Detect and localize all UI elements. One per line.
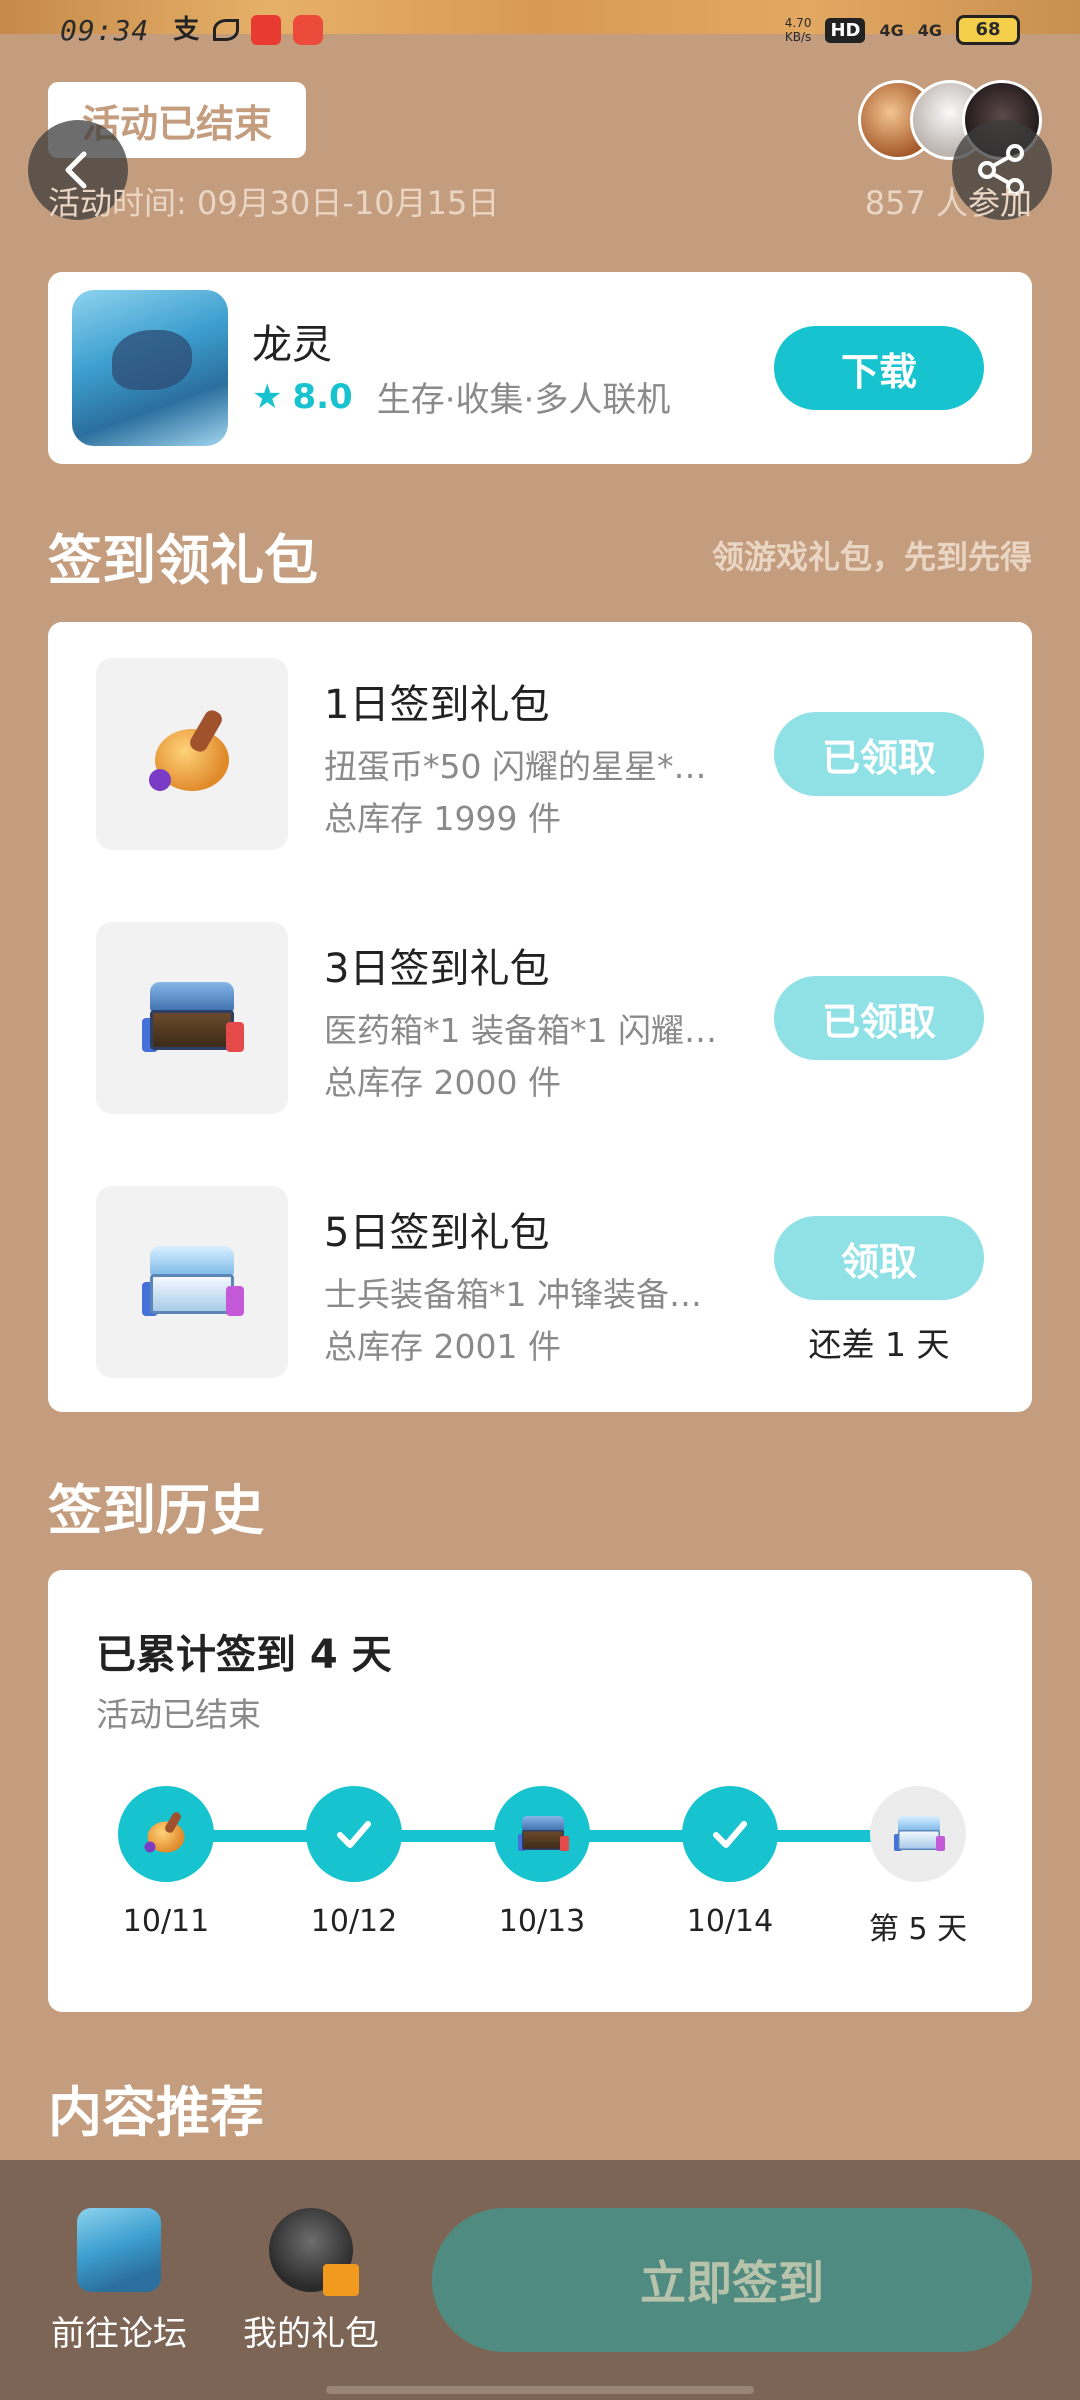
check-icon: [337, 1821, 371, 1848]
gift-item-1[interactable]: 1日签到礼包 扭蛋币*50 闪耀的星星*… 总库存 1999 件 已领取: [48, 622, 1032, 850]
game-rating: 8.0: [292, 376, 353, 417]
gift-item-3[interactable]: 3日签到礼包 医药箱*1 装备箱*1 闪耀… 总库存 2000 件 已领取: [48, 886, 1032, 1114]
history-section-title: 签到历史: [48, 1479, 264, 1542]
participant-count: 857 人参加: [864, 184, 1032, 222]
forum-button[interactable]: 前往论坛: [44, 2208, 194, 2355]
checkin-day-3-node: [494, 1786, 590, 1882]
checkin-day-4-node: [682, 1786, 778, 1882]
day-label: 10/13: [498, 1904, 586, 1939]
network-speed-unit: KB/s: [784, 30, 812, 44]
gift-list: 1日签到礼包 扭蛋币*50 闪耀的星星*… 总库存 1999 件 已领取 3日签…: [48, 622, 1032, 1412]
history-status: 活动已结束: [96, 1695, 261, 1734]
chest-gift-icon: [96, 922, 288, 1114]
gift-icon: [269, 2208, 359, 2296]
star-icon: ★: [252, 376, 283, 417]
game-tags: 生存·收集·多人联机: [376, 380, 671, 420]
chest-gift-icon: [518, 1814, 569, 1854]
leaf-icon: [213, 19, 240, 41]
recommend-section-title: 内容推荐: [48, 2081, 264, 2144]
netease-music-icon: [251, 15, 282, 45]
gift-item-5[interactable]: 5日签到礼包 士兵装备箱*1 冲锋装备… 总库存 2001 件 领取 还差 1 …: [48, 1150, 1032, 1378]
checkin-day-2-node: [306, 1786, 402, 1882]
claimed-button[interactable]: 已领取: [774, 712, 984, 796]
my-gifts-label: 我的礼包: [243, 2314, 379, 2354]
signin-button[interactable]: 立即签到: [432, 2208, 1032, 2352]
checkin-history-card: 已累计签到 4 天 活动已结束 10/11 10/12 10/13 10/14 …: [48, 1570, 1032, 2012]
signal-icon-1: 4G: [879, 20, 904, 40]
battery-icon: 68: [956, 15, 1020, 45]
checkin-day-1-node: [118, 1786, 214, 1882]
bottom-action-bar: 前往论坛 我的礼包 立即签到: [0, 2160, 1080, 2400]
gift-stock: 总库存 2001 件: [324, 1327, 561, 1366]
gift-stock: 总库存 2000 件: [324, 1063, 561, 1102]
hd-icon: HD: [825, 17, 866, 43]
checkin-total: 已累计签到 4 天: [96, 1632, 392, 1678]
my-gifts-button[interactable]: 我的礼包: [236, 2208, 386, 2355]
gift-desc: 扭蛋币*50 闪耀的星星*…: [324, 747, 707, 786]
claim-button[interactable]: 领取: [774, 1216, 984, 1300]
day-label: 10/12: [310, 1904, 398, 1939]
check-icon: [713, 1821, 747, 1848]
status-time: 09:34: [60, 13, 150, 47]
gift-section-title: 签到领礼包: [48, 529, 318, 592]
network-speed-value: 4.70: [784, 16, 812, 30]
network-speed: 4.70 KB/s: [785, 16, 812, 44]
pot-gift-icon: [96, 658, 288, 850]
pot-gift-icon: [144, 1810, 189, 1857]
gift-stock: 总库存 1999 件: [324, 799, 561, 838]
status-bar: 09:34 支 4.70 KB/s HD 4G 4G 68: [0, 0, 1080, 60]
home-indicator[interactable]: [326, 2386, 754, 2394]
gift-desc: 医药箱*1 装备箱*1 闪耀…: [324, 1011, 717, 1050]
day-label: 10/11: [122, 1904, 210, 1939]
day-label: 第 5 天: [868, 1912, 968, 1947]
days-remaining: 还差 1 天: [808, 1325, 950, 1364]
white-chest-gift-icon: [96, 1186, 288, 1378]
activity-time: 活动时间: 09月30日-10月15日: [48, 184, 500, 222]
game-icon[interactable]: [72, 290, 228, 446]
notification-icons: 支: [171, 15, 324, 45]
gift-name: 5日签到礼包: [324, 1210, 550, 1256]
game-meta: ★ 8.0 生存·收集·多人联机: [252, 372, 670, 421]
claimed-button[interactable]: 已领取: [774, 976, 984, 1060]
forum-label: 前往论坛: [51, 2314, 187, 2354]
white-chest-gift-icon: [894, 1814, 945, 1854]
forum-icon: [77, 2208, 161, 2292]
download-button[interactable]: 下载: [774, 326, 984, 410]
alipay-icon: 支: [173, 15, 200, 45]
gift-section-subtitle: 领游戏礼包，先到先得: [711, 538, 1032, 576]
gift-desc: 士兵装备箱*1 冲锋装备…: [324, 1275, 702, 1314]
app-notification-icon: [293, 15, 324, 45]
gift-name: 3日签到礼包: [324, 946, 550, 992]
status-right: 4.70 KB/s HD 4G 4G 68: [785, 15, 1020, 45]
gift-name: 1日签到礼包: [324, 682, 550, 728]
signal-icon-2: 4G: [917, 20, 942, 40]
day-label: 10/14: [686, 1904, 774, 1939]
game-name: 龙灵: [252, 322, 332, 368]
game-card[interactable]: 龙灵 ★ 8.0 生存·收集·多人联机 下载: [48, 272, 1032, 464]
checkin-day-5-node: [870, 1786, 966, 1882]
